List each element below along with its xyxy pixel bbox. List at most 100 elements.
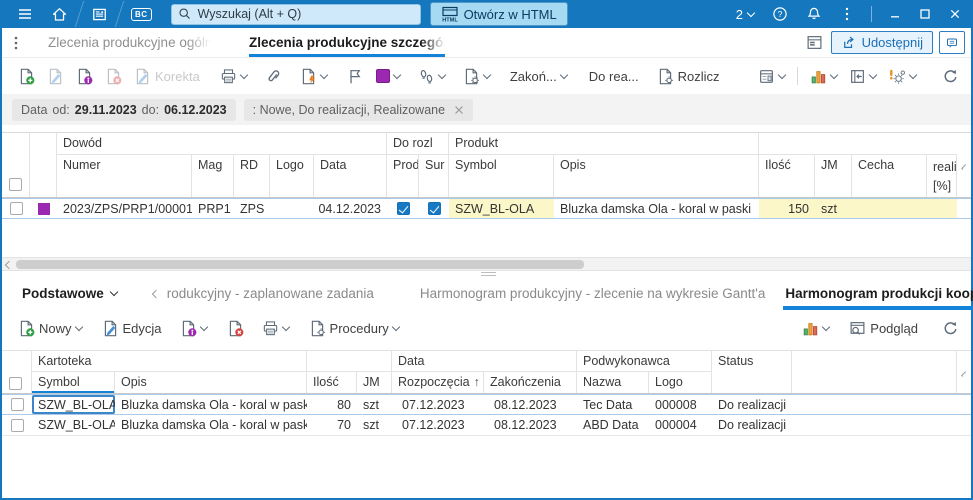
edit-document-button[interactable]: [41, 62, 70, 90]
column-header-data[interactable]: Data: [314, 155, 387, 197]
help-button[interactable]: ?: [763, 0, 797, 28]
column-header-ilosc[interactable]: Ilość: [759, 155, 815, 197]
row-color-button[interactable]: [370, 62, 406, 90]
rozlicz-button[interactable]: Rozlicz: [651, 62, 726, 90]
korekta-button[interactable]: Korekta: [128, 62, 206, 90]
tab-overflow-menu-button[interactable]: [6, 28, 26, 57]
nowy-button[interactable]: Nowy: [12, 314, 88, 342]
attachments-button[interactable]: [259, 62, 288, 90]
column-header-numer[interactable]: Numer: [57, 155, 192, 197]
delete-document-button[interactable]: [99, 62, 128, 90]
edycja-button[interactable]: Edycja: [96, 314, 168, 342]
document-info-button[interactable]: [70, 62, 99, 90]
do-realizacji-button[interactable]: Do rea...: [583, 62, 645, 90]
status-filter-chip[interactable]: : Nowe, Do realizacji, Realizowane: [243, 98, 474, 121]
scrollbar-thumb[interactable]: [16, 260, 584, 269]
panel-layout-button[interactable]: [804, 32, 825, 53]
comments-button[interactable]: [939, 31, 965, 54]
maximize-button[interactable]: [910, 0, 940, 28]
column-header-mag[interactable]: Mag: [192, 155, 234, 197]
column-header-symbol[interactable]: Symbol: [449, 155, 554, 197]
column-nav-left-icon[interactable]: [961, 163, 967, 170]
flag-button[interactable]: [341, 62, 370, 90]
subcontract-row[interactable]: SZW_BL-OLA Bluzka damska Ola - koral w p…: [2, 415, 971, 436]
select-all-checkbox[interactable]: [9, 178, 22, 191]
close-button[interactable]: [940, 0, 973, 28]
grid-settings-button[interactable]: [882, 62, 922, 90]
session-count-dropdown[interactable]: 2: [727, 0, 763, 28]
column-header-sur[interactable]: Sur: [419, 155, 449, 197]
column-header-symbol[interactable]: Symbol: [32, 372, 115, 393]
row-checkbox[interactable]: [10, 418, 24, 432]
podglad-button[interactable]: Podgląd: [843, 314, 924, 342]
tab-harmonogram-kooperanta[interactable]: Harmonogram produkcji kooperanta: [783, 277, 973, 310]
column-header-prod[interactable]: Prod: [387, 155, 419, 197]
column-header-logo[interactable]: Logo: [649, 372, 712, 393]
column-header-cecha[interactable]: Cecha: [852, 155, 927, 197]
notifications-button[interactable]: [797, 0, 831, 28]
usun-button[interactable]: [221, 314, 250, 342]
group-header-produkt[interactable]: Produkt: [449, 133, 759, 155]
group-header-podwykonawca[interactable]: Podwykonawca: [577, 351, 712, 372]
minimize-button[interactable]: [880, 0, 910, 28]
column-header-realiz[interactable]: realiz [%]: [927, 155, 957, 197]
row-checkbox[interactable]: [9, 202, 23, 215]
share-button[interactable]: Udostępnij: [830, 31, 933, 54]
row-checkbox[interactable]: [10, 398, 24, 411]
column-header-ilosc[interactable]: Ilość: [307, 372, 357, 393]
form-view-button[interactable]: [752, 62, 791, 90]
column-header-rozpoczecia[interactable]: Rozpoczęcia ↑: [392, 372, 484, 393]
column-header-jm[interactable]: JM: [357, 372, 392, 393]
refresh-button-2[interactable]: [936, 314, 965, 342]
column-header-logo[interactable]: Logo: [270, 155, 314, 197]
print-button[interactable]: [214, 62, 253, 90]
document-settings-button[interactable]: [457, 62, 496, 90]
date-filter-chip[interactable]: Data od: 29.11.2023 do: 06.12.2023: [12, 98, 236, 121]
view-selector-podstawowe[interactable]: Podstawowe: [16, 277, 123, 310]
column-header-opis[interactable]: Opis: [554, 155, 759, 197]
prod-checkbox[interactable]: [396, 202, 410, 215]
column-header-opis[interactable]: Opis: [115, 372, 307, 393]
zakoncz-button[interactable]: Zakoń...: [504, 62, 573, 90]
bc-module-button[interactable]: BC: [122, 0, 161, 28]
open-in-html-button[interactable]: HTML Otwórz w HTML: [429, 2, 568, 26]
subcontract-row[interactable]: SZW_BL-OLA Bluzka damska Ola - koral w p…: [2, 394, 971, 415]
tab-zlecenia-produkcyjne-ogolne[interactable]: Zlecenia produkcyjne ogólne: [48, 28, 211, 57]
remove-filter-icon[interactable]: [454, 105, 464, 115]
column-header-zakonczenia[interactable]: Zakończenia: [484, 372, 577, 393]
column-header-status[interactable]: Status: [712, 351, 792, 393]
sur-checkbox[interactable]: [427, 202, 441, 215]
column-header-jm[interactable]: JM: [815, 155, 852, 197]
chart-view-button-2[interactable]: [796, 314, 835, 342]
collapse-panel-button[interactable]: [843, 62, 882, 90]
select-all-checkbox[interactable]: [9, 377, 22, 390]
document-delete-icon: [229, 320, 243, 336]
refresh-button[interactable]: [936, 62, 965, 90]
hamburger-menu-button[interactable]: [8, 0, 42, 28]
print-button-2[interactable]: [256, 314, 295, 342]
order-row[interactable]: 2023/ZPS/PRP1/00001 PRP1 ZPS 04.12.2023 …: [2, 198, 971, 219]
column-header-nazwa[interactable]: Nazwa: [577, 372, 649, 393]
scroll-left-icon[interactable]: [4, 260, 14, 270]
group-header-dowod[interactable]: Dowód: [57, 133, 387, 155]
tab-zaplanowane-zadania[interactable]: rodukcyjny - zaplanowane zadania: [167, 277, 374, 310]
tab-gantt[interactable]: Harmonogram produkcyjny - zlecenie na wy…: [420, 277, 765, 310]
tabs-scroll-left-button[interactable]: [149, 277, 163, 310]
horizontal-scrollbar[interactable]: [2, 257, 971, 271]
chart-view-button[interactable]: [804, 62, 843, 90]
more-options-button[interactable]: [831, 0, 863, 28]
search-input[interactable]: Wyszukaj (Alt + Q): [170, 3, 421, 25]
info-button[interactable]: [174, 314, 213, 342]
add-document-button[interactable]: [12, 62, 41, 90]
process-steps-button[interactable]: [412, 62, 451, 90]
document-actions-button[interactable]: [294, 62, 333, 90]
group-header-do-rozl[interactable]: Do rozl: [387, 133, 449, 155]
group-header-data[interactable]: Data: [392, 351, 577, 372]
home-button[interactable]: [42, 0, 77, 28]
column-header-rd[interactable]: RD: [234, 155, 270, 197]
procedury-button[interactable]: Procedury: [303, 314, 405, 342]
group-header-kartoteka[interactable]: Kartoteka: [32, 351, 307, 372]
news-button[interactable]: [82, 0, 117, 28]
column-nav-left-icon[interactable]: [961, 370, 967, 377]
tab-zlecenia-produkcyjne-szczegolowe[interactable]: Zlecenia produkcyjne szczegółowe: [249, 28, 445, 57]
